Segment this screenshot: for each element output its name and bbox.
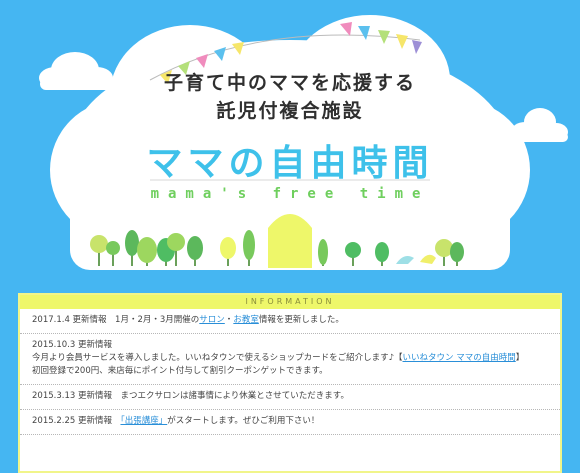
outreach-course-link[interactable]: 「出張講座」 bbox=[120, 416, 167, 426]
classroom-link[interactable]: お教室 bbox=[233, 315, 259, 325]
hero-header: 子育て中のママを応援する 託児付複合施設 ママの自由時間 mama's free… bbox=[0, 0, 580, 290]
info-entry: 2015.10.3 更新情報 今月より会員サービスを導入しました。いいねタウンで… bbox=[20, 334, 560, 385]
entry-text: 2015.2.25 更新情報 bbox=[32, 416, 121, 426]
entry-text: 初回登録で200円、来店毎にポイント付与して割引クーポンゲットできます。 bbox=[32, 366, 328, 376]
information-panel: INFORMATION 2017.1.4 更新情報 1月・2月・3月開催のサロン… bbox=[18, 293, 562, 473]
entry-text: 】 bbox=[515, 353, 525, 363]
door-icon bbox=[268, 214, 312, 268]
tagline-line-1: 子育て中のママを応援する bbox=[163, 72, 416, 94]
entry-text: 情報を更新しました。 bbox=[258, 315, 344, 325]
salon-link[interactable]: サロン bbox=[199, 315, 225, 325]
info-entry: 2015.3.13 更新情報 まつエクサロンは諸事情により休業とさせていただきま… bbox=[20, 385, 560, 410]
entry-date: 2015.10.3 更新情報 bbox=[32, 340, 112, 350]
entry-text: 今月より会員サービスを導入しました。いいねタウンで使えるショップカードをご紹介し… bbox=[32, 353, 403, 363]
entry-text: がスタートします。ぜひご利用下さい！ bbox=[167, 416, 320, 426]
info-entry: 2017.1.4 更新情報 1月・2月・3月開催のサロン・お教室情報を更新しまし… bbox=[20, 309, 560, 334]
iine-town-link[interactable]: いいねタウン ママの自由時間 bbox=[403, 353, 516, 363]
information-heading: INFORMATION bbox=[20, 295, 560, 309]
brand-subtitle: mama's free time bbox=[150, 186, 430, 202]
info-entry: 2015.2.25 更新情報 「出張講座」がスタートします。ぜひご利用下さい！ bbox=[20, 410, 560, 435]
entry-text: 2015.3.13 更新情報 まつエクサロンは諸事情により休業とさせていただきま… bbox=[32, 391, 349, 401]
entry-text: 2017.1.4 更新情報 1月・2月・3月開催の bbox=[32, 315, 200, 325]
brand-title: ママの自由時間 bbox=[146, 143, 434, 184]
tagline-line-2: 託児付複合施設 bbox=[216, 100, 364, 122]
